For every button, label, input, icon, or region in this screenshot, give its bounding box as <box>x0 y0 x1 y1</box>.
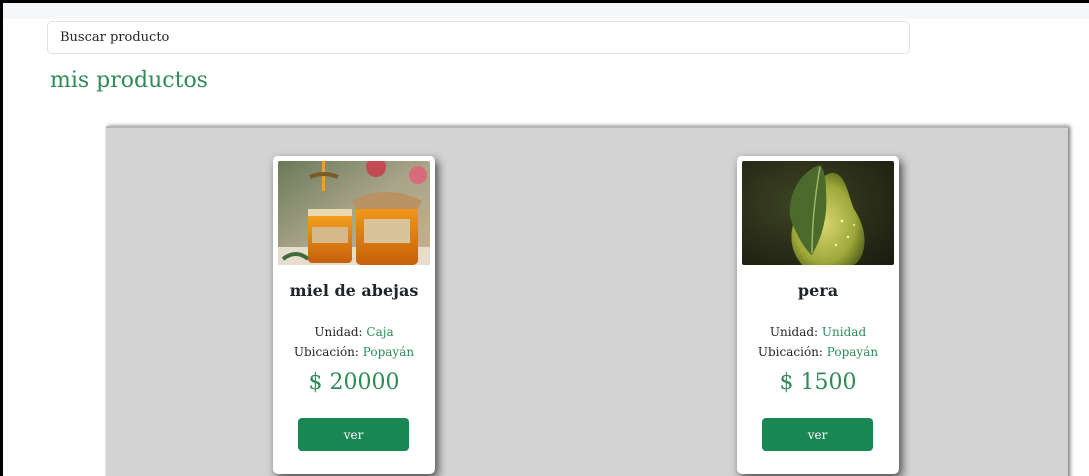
product-image-pear <box>742 161 894 265</box>
product-unit: Unidad: Unidad <box>769 325 867 339</box>
products-grid: miel de abejas Unidad: Caja Ubicación: P… <box>106 126 1068 476</box>
product-unit: Unidad: Caja <box>314 325 394 339</box>
product-location: Ubicación: Popayán <box>293 345 415 359</box>
page-title: mis productos <box>50 68 208 93</box>
product-card: miel de abejas Unidad: Caja Ubicación: P… <box>273 156 435 474</box>
product-price: $ 1500 <box>779 370 857 395</box>
product-location: Ubicación: Popayán <box>757 345 879 359</box>
search-input[interactable] <box>47 21 910 54</box>
view-product-button[interactable]: ver <box>298 418 409 451</box>
product-price: $ 20000 <box>308 370 400 395</box>
product-image-honey <box>278 161 430 265</box>
product-card: pera Unidad: Unidad Ubicación: Popayán $… <box>737 156 899 474</box>
view-product-button[interactable]: ver <box>762 418 873 451</box>
product-name: miel de abejas <box>289 281 419 300</box>
top-band <box>3 3 1089 19</box>
product-name: pera <box>797 281 839 300</box>
